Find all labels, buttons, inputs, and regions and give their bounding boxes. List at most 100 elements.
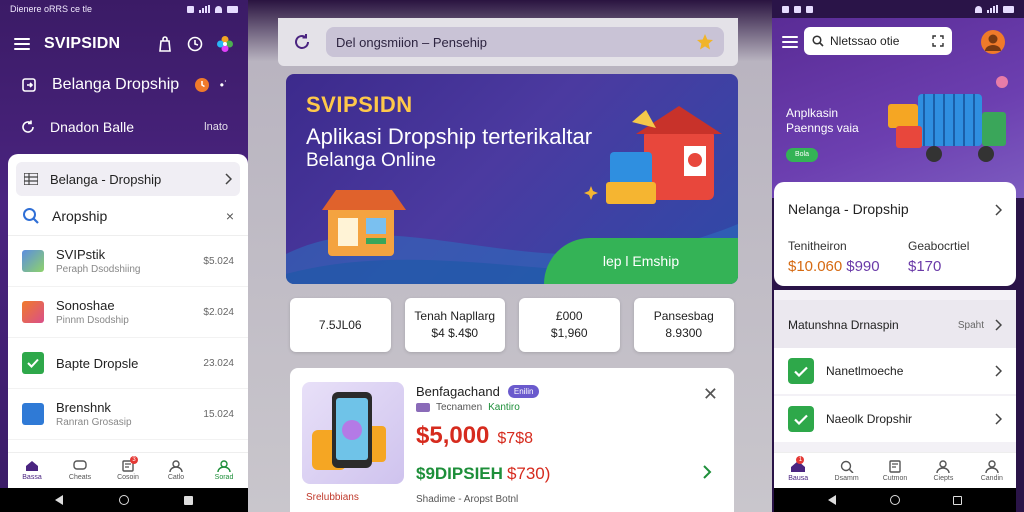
nav-label: Cheats	[68, 474, 92, 481]
home-circle-icon[interactable]	[889, 495, 900, 505]
dropship-list-card: Belanga - Dropship Aropship × SVIPstik P…	[8, 154, 248, 456]
system-nav-bar	[0, 488, 248, 512]
item-value: $2.024	[203, 306, 234, 318]
item-value: 23.024	[203, 357, 234, 369]
battery-icon	[227, 5, 238, 13]
nav-profile[interactable]: Sorad	[200, 453, 248, 488]
home-circle-icon[interactable]	[118, 495, 129, 505]
status-bar	[772, 0, 1024, 18]
product-price: $5,000	[416, 422, 490, 449]
menu-icon[interactable]	[782, 36, 798, 48]
search-row[interactable]: Aropship ×	[8, 196, 248, 236]
bag-icon[interactable]	[156, 35, 174, 53]
stat-card[interactable]: Tenah Napllarg $4 $.4$0	[404, 298, 505, 352]
search-text: Nletssao otie	[830, 34, 900, 48]
home-icon	[26, 461, 38, 471]
refresh-icon	[20, 119, 36, 135]
nav-label: Catlo	[167, 474, 185, 481]
item-value: $5.024	[203, 255, 234, 267]
hero-banner[interactable]: SVIPSIDN Aplikasi Dropship terterikaltar…	[286, 74, 738, 284]
product-price2-row: $9DIPSIEH $730)	[416, 464, 550, 484]
close-icon[interactable]: ✕	[703, 384, 718, 405]
store-illustration	[322, 190, 406, 256]
item-label: Naeolk Dropshir	[826, 412, 913, 426]
nav-orders[interactable]: Cutmon	[871, 453, 919, 488]
nav-orders[interactable]: Cosoin 3	[104, 453, 152, 488]
nav-label: Ciepts	[933, 474, 954, 482]
search-input[interactable]: Del ongsmiion – Pensehip	[326, 27, 724, 57]
screenshot-icon	[187, 5, 194, 13]
stat-card[interactable]: £000 $1,960	[519, 298, 620, 352]
signal-icon	[199, 5, 210, 13]
product-old-price: $7$8	[497, 430, 533, 447]
selected-category-label: Belanga - Dropship	[50, 171, 162, 187]
list-item[interactable]: Nanetlmoeche	[774, 348, 1016, 394]
tablet-screen: Del ongsmiion – Pensehip SVIPSIDN Aplika…	[248, 0, 772, 512]
chevron-right-icon	[994, 204, 1002, 216]
banner-line2: Paenngs vaia	[786, 121, 859, 135]
person-icon	[169, 460, 183, 472]
hero-cta-button[interactable]: lep l Emship	[544, 238, 738, 284]
product-price-secondary: $9DIPSIEH	[416, 464, 503, 483]
nav-profile[interactable]: Candin	[968, 453, 1016, 488]
metric-value: $10.060	[788, 258, 843, 275]
item-subtitle: Peraph Dsodshiing	[56, 264, 141, 275]
share-icon	[20, 76, 38, 94]
star-icon[interactable]	[696, 33, 714, 51]
section-title: Matunshna Drnaspin	[788, 318, 899, 332]
nav-home[interactable]: Bausa 1	[774, 453, 822, 488]
close-icon[interactable]: ×	[226, 208, 234, 224]
list-item[interactable]: Bapte Dropsle 23.024	[8, 338, 248, 389]
chevron-right-icon[interactable]	[702, 464, 712, 480]
expand-icon[interactable]	[932, 35, 944, 47]
check-icon	[788, 406, 814, 432]
list-item[interactable]: Naeolk Dropshir	[774, 396, 1016, 442]
stat-line1: 7.5JL06	[318, 317, 362, 332]
timer-icon[interactable]	[186, 35, 204, 53]
list-item[interactable]: Brenshnk Ranran Grosasip 15.024	[8, 389, 248, 440]
status-text: Dienere oRRS ce tle	[10, 4, 93, 14]
section-header[interactable]: Matunshna Drnaspin Spaht	[774, 300, 1016, 350]
nav-chat[interactable]: Cheats	[56, 453, 104, 488]
recents-icon[interactable]	[953, 495, 963, 505]
banner-button[interactable]: Bola	[786, 148, 818, 162]
nav-home[interactable]: Bassa	[8, 453, 56, 488]
menu-icon[interactable]	[14, 38, 30, 50]
dropship-summary-card[interactable]: Nelanga - Dropship Tenitheiron Geabocrti…	[774, 182, 1016, 286]
back-icon[interactable]	[827, 495, 836, 505]
hero-subtitle: Belanga Online	[306, 150, 436, 171]
chevron-right-icon	[994, 413, 1002, 425]
hero-brand: SVIPSIDN	[306, 92, 413, 117]
more-icon[interactable]: •˙	[220, 78, 228, 92]
list-item[interactable]: SVIPstik Peraph Dsodshiing $5.024	[8, 236, 248, 287]
product-price-row: $5,000 $7$8	[416, 422, 533, 450]
search-query: Aropship	[52, 207, 108, 224]
nav-label: Dsamm	[834, 474, 859, 482]
refresh-icon[interactable]	[292, 32, 312, 52]
product-image	[302, 382, 404, 484]
section-action: Spaht	[957, 319, 984, 331]
nav-row-secondary[interactable]: Dnadon Balle lnato	[0, 112, 248, 142]
search-icon	[840, 460, 854, 473]
list-item[interactable]: Sonoshae Pinnm Dsodship $2.024	[8, 287, 248, 338]
product-card[interactable]: Srelubbians Benfagachand Enilin Tecnamen…	[290, 368, 734, 512]
nav-search[interactable]: Dsamm	[822, 453, 870, 488]
nav-label: Bassa	[22, 474, 42, 481]
nav-catalog[interactable]: Catlo	[152, 453, 200, 488]
stat-card[interactable]: 7.5JL06	[290, 298, 391, 352]
hero-title: Aplikasi Dropship terterikaltar	[306, 124, 593, 149]
back-icon[interactable]	[55, 495, 64, 505]
product-thumbnail	[22, 250, 44, 272]
nav-people[interactable]: Ciepts	[919, 453, 967, 488]
selected-category-row[interactable]: Belanga - Dropship	[16, 162, 240, 196]
nav-row-dropship[interactable]: Belanga Dropship •˙	[0, 68, 248, 102]
banner-text: Anplkasin Paenngs vaia	[786, 106, 859, 136]
person-icon	[985, 459, 999, 473]
chevron-right-icon	[224, 173, 232, 185]
list-icon	[24, 173, 38, 185]
stat-line1: Tenah Napllarg	[414, 309, 496, 323]
stat-card[interactable]: Pansesbag 8.9300	[633, 298, 734, 352]
search-input[interactable]: Nletssao otie	[804, 27, 952, 55]
avatar[interactable]	[980, 29, 1006, 55]
recents-icon[interactable]	[183, 495, 193, 505]
